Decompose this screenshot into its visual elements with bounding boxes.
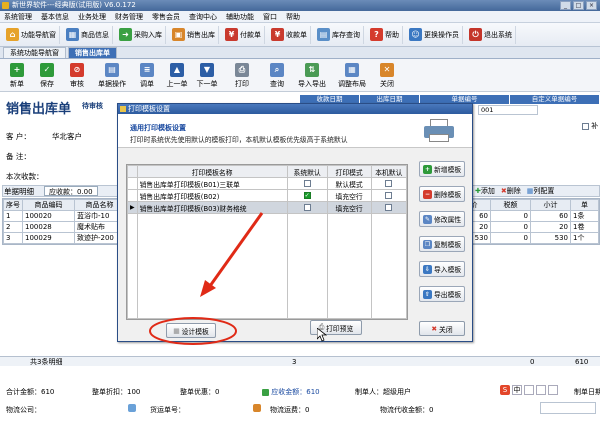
annotation-circle (149, 317, 237, 345)
annotation-arrow (208, 212, 264, 287)
annotation-overlay (149, 212, 264, 345)
mouse-cursor-icon (317, 328, 327, 342)
